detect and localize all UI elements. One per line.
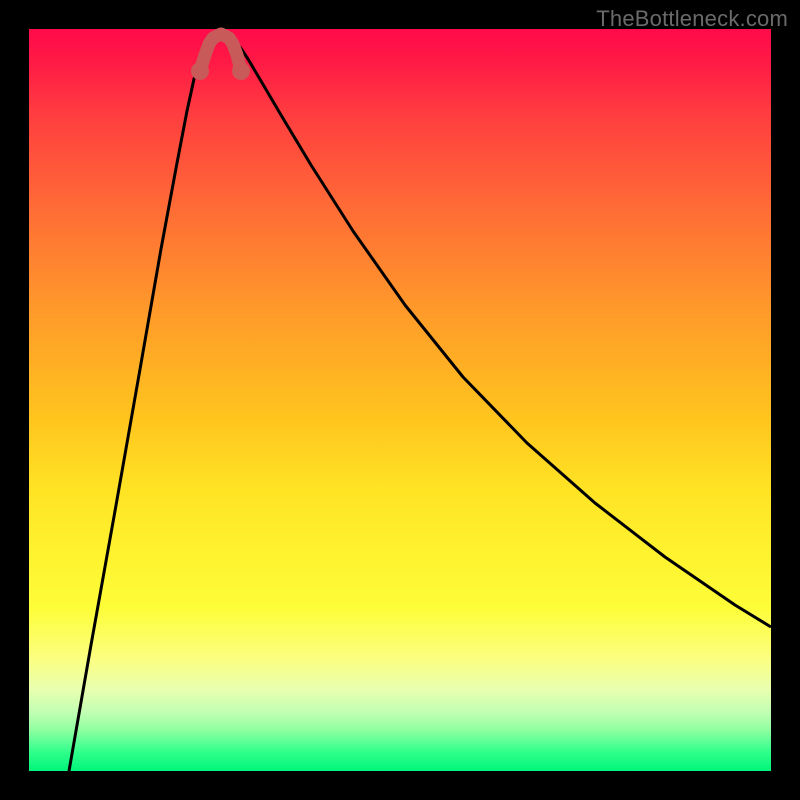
chart-svg (29, 29, 771, 771)
series-trough_marker_left (191, 62, 209, 80)
plot-area (29, 29, 771, 771)
series-right_branch (232, 44, 771, 627)
series-trough_marker_right (232, 62, 250, 80)
watermark-label: TheBottleneck.com (596, 6, 788, 32)
chart-frame: TheBottleneck.com (0, 0, 800, 800)
series-left_branch (69, 44, 210, 771)
